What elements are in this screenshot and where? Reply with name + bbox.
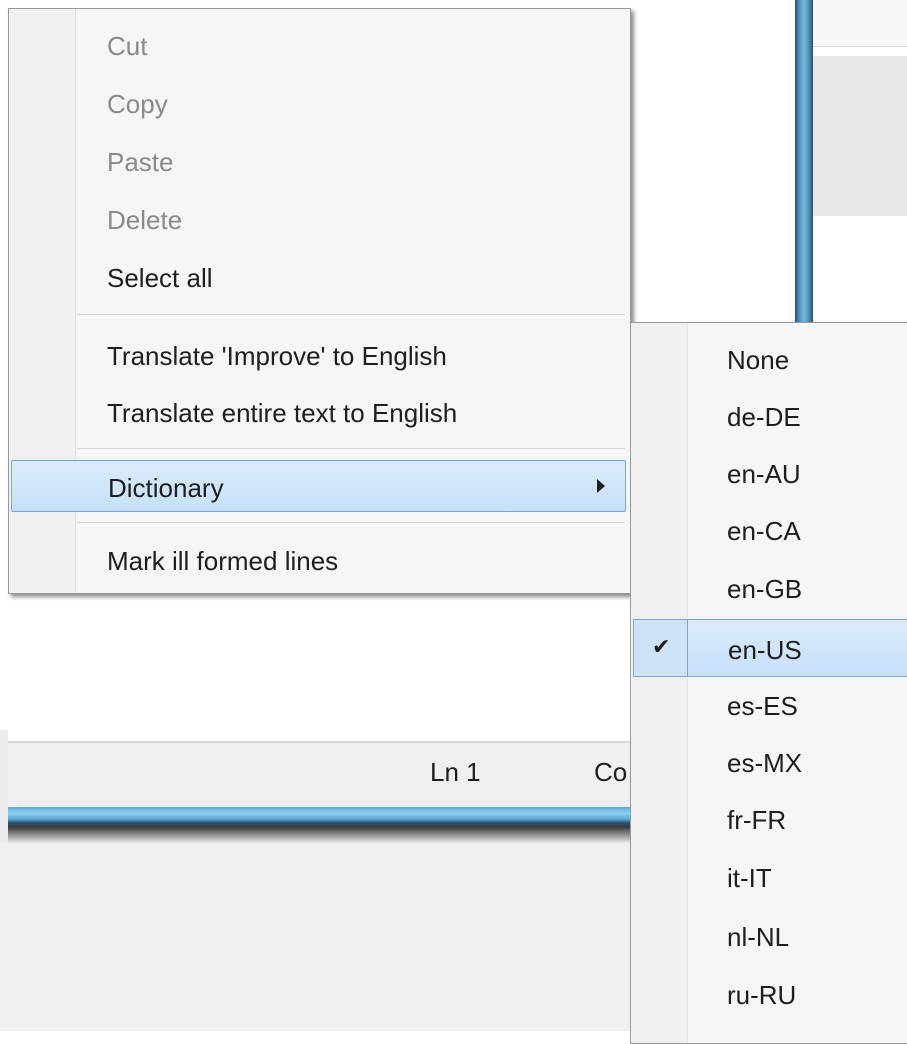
menu-separator <box>77 522 625 526</box>
menu-item-label: Select all <box>107 263 213 293</box>
dictionary-item-ru-ru[interactable]: ru-RU <box>633 965 907 1023</box>
menu-item-label: Paste <box>107 147 174 177</box>
menu-item-dictionary[interactable]: Dictionary <box>11 460 626 512</box>
dictionary-item-label: ru-RU <box>727 980 797 1010</box>
line-indicator: Ln 1 <box>430 757 481 787</box>
desktop-background <box>0 843 640 1031</box>
dictionary-item-en-us[interactable]: ✔ en-US <box>633 619 907 677</box>
menu-item-label: Cut <box>107 31 148 61</box>
submenu-arrow-icon <box>597 479 605 493</box>
status-bar: Ln 1 Co <box>8 741 648 809</box>
menu-item-label: Dictionary <box>108 473 224 503</box>
context-menu: Cut Copy Paste Delete Select all Transla… <box>8 8 631 594</box>
menu-item-label: Translate 'Improve' to English <box>107 341 447 371</box>
dictionary-item-label: en-GB <box>727 574 803 604</box>
menu-separator <box>77 448 625 452</box>
window-bottom-border <box>8 807 648 843</box>
dictionary-item-nl-nl[interactable]: nl-NL <box>633 907 907 965</box>
menu-item-mark-ill-formed-lines[interactable]: Mark ill formed lines <box>11 534 626 586</box>
menu-item-select-all[interactable]: Select all <box>11 251 626 303</box>
dictionary-item-label: None <box>727 345 790 375</box>
dictionary-item-none[interactable]: None <box>633 330 907 388</box>
check-indicator: ✔ <box>634 620 688 676</box>
column-indicator: Co <box>594 757 628 787</box>
dictionary-item-label: es-MX <box>727 748 803 778</box>
dictionary-item-it-it[interactable]: it-IT <box>633 848 907 906</box>
dictionary-item-en-ca[interactable]: en-CA <box>633 501 907 559</box>
secondary-window-panel <box>813 56 907 216</box>
dictionary-submenu: None de-DE en-AU en-CA en-GB ✔ en-US es-… <box>630 322 907 1044</box>
menu-item-copy[interactable]: Copy <box>11 77 626 129</box>
dictionary-item-label: it-IT <box>727 863 772 893</box>
dictionary-item-label: en-AU <box>727 459 801 489</box>
dictionary-item-de-de[interactable]: de-DE <box>633 387 907 445</box>
menu-item-translate-text[interactable]: Translate entire text to English <box>11 386 626 438</box>
window-edge <box>0 730 8 850</box>
dictionary-item-es-mx[interactable]: es-MX <box>633 733 907 791</box>
secondary-window-toolbar <box>813 0 907 47</box>
window-border <box>795 0 813 330</box>
dictionary-item-label: de-DE <box>727 402 801 432</box>
menu-item-label: Translate entire text to English <box>107 398 458 428</box>
menu-item-delete[interactable]: Delete <box>11 193 626 245</box>
dictionary-item-en-gb[interactable]: en-GB <box>633 559 907 617</box>
menu-separator <box>77 314 625 318</box>
dictionary-item-label: fr-FR <box>727 805 787 835</box>
menu-item-paste[interactable]: Paste <box>11 135 626 187</box>
dictionary-item-es-es[interactable]: es-ES <box>633 676 907 734</box>
menu-item-translate-word[interactable]: Translate 'Improve' to English <box>11 329 626 381</box>
dictionary-item-label: en-US <box>728 635 802 665</box>
dictionary-item-fr-fr[interactable]: fr-FR <box>633 790 907 848</box>
dictionary-item-en-au[interactable]: en-AU <box>633 444 907 502</box>
dictionary-item-label: en-CA <box>727 516 801 546</box>
menu-item-cut[interactable]: Cut <box>11 19 626 71</box>
checkmark-icon: ✔ <box>652 634 671 659</box>
dictionary-item-label: es-ES <box>727 691 798 721</box>
dictionary-item-label: nl-NL <box>727 922 790 952</box>
menu-item-label: Delete <box>107 205 183 235</box>
menu-item-label: Copy <box>107 89 168 119</box>
menu-item-label: Mark ill formed lines <box>107 546 339 576</box>
